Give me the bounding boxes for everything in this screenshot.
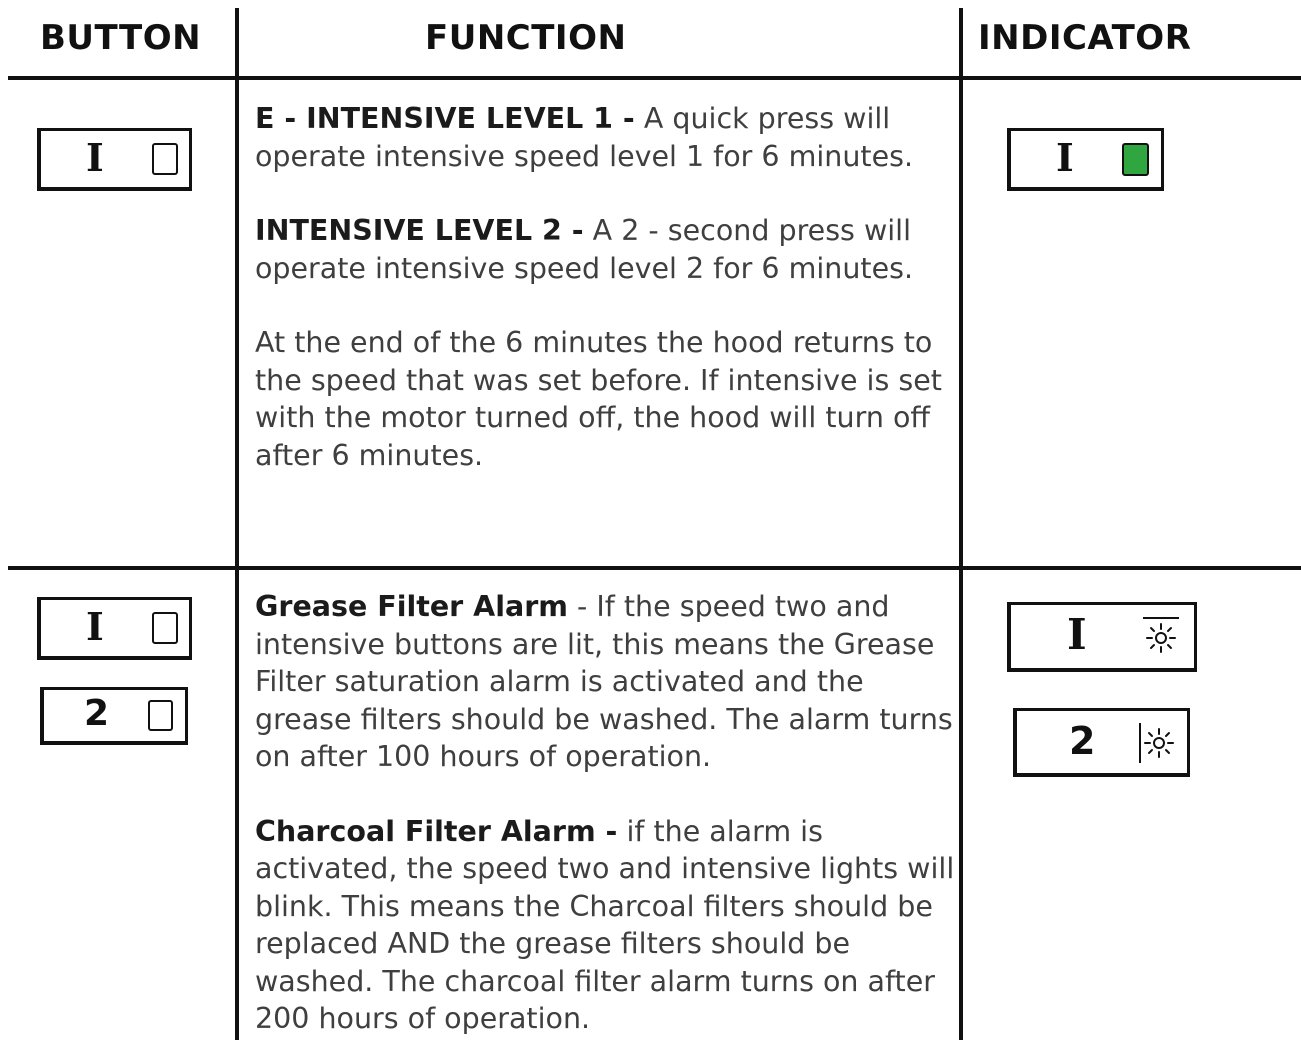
header-button: BUTTON <box>40 18 202 58</box>
row-divider <box>8 566 1301 570</box>
intensive-end-paragraph: At the end of the 6 minutes the hood ret… <box>255 326 942 472</box>
speed-2-button[interactable]: 2 <box>40 687 188 745</box>
header-rule <box>8 76 1301 80</box>
speed-2-indicator-symbol: 2 <box>1069 719 1096 763</box>
intensive-level-1-paragraph: E - INTENSIVE LEVEL 1 - A quick press wi… <box>255 102 914 173</box>
button-led-icon <box>152 143 178 175</box>
green-led-icon <box>1122 143 1149 176</box>
intensive-indicator: I <box>1007 128 1164 191</box>
header-function: FUNCTION <box>425 18 627 58</box>
intensive-button-alarm[interactable]: I <box>37 597 192 660</box>
intensive-indicator-symbol: I <box>1056 135 1074 180</box>
button-led-icon <box>152 612 178 644</box>
button-led-icon <box>148 700 173 731</box>
intensive-button[interactable]: I <box>37 128 192 191</box>
intensive-indicator-blinking: I <box>1007 602 1197 672</box>
charcoal-filter-paragraph: Charcoal Filter Alarm - if the alarm is … <box>255 814 955 1036</box>
column-divider-2 <box>959 8 963 1040</box>
blinking-light-icon <box>1139 723 1174 763</box>
speed-2-symbol: 2 <box>84 693 110 734</box>
column-divider-1 <box>235 8 239 1040</box>
intensive-symbol-alarm: I <box>86 604 104 649</box>
row2-function-text: Grease Filter Alarm - If the speed two a… <box>255 588 955 1038</box>
intensive-level-2-paragraph: INTENSIVE LEVEL 2 - A 2 - second press w… <box>255 214 914 285</box>
header-indicator: INDICATOR <box>978 18 1192 58</box>
intensive-indicator-symbol: I <box>1067 610 1087 659</box>
intensive-symbol: I <box>86 135 104 180</box>
grease-filter-paragraph: Grease Filter Alarm - If the speed two a… <box>255 590 953 773</box>
speed-2-indicator-blinking: 2 <box>1013 708 1190 777</box>
row1-function-text: E - INTENSIVE LEVEL 1 - A quick press wi… <box>255 100 955 474</box>
blinking-light-icon <box>1143 617 1179 653</box>
